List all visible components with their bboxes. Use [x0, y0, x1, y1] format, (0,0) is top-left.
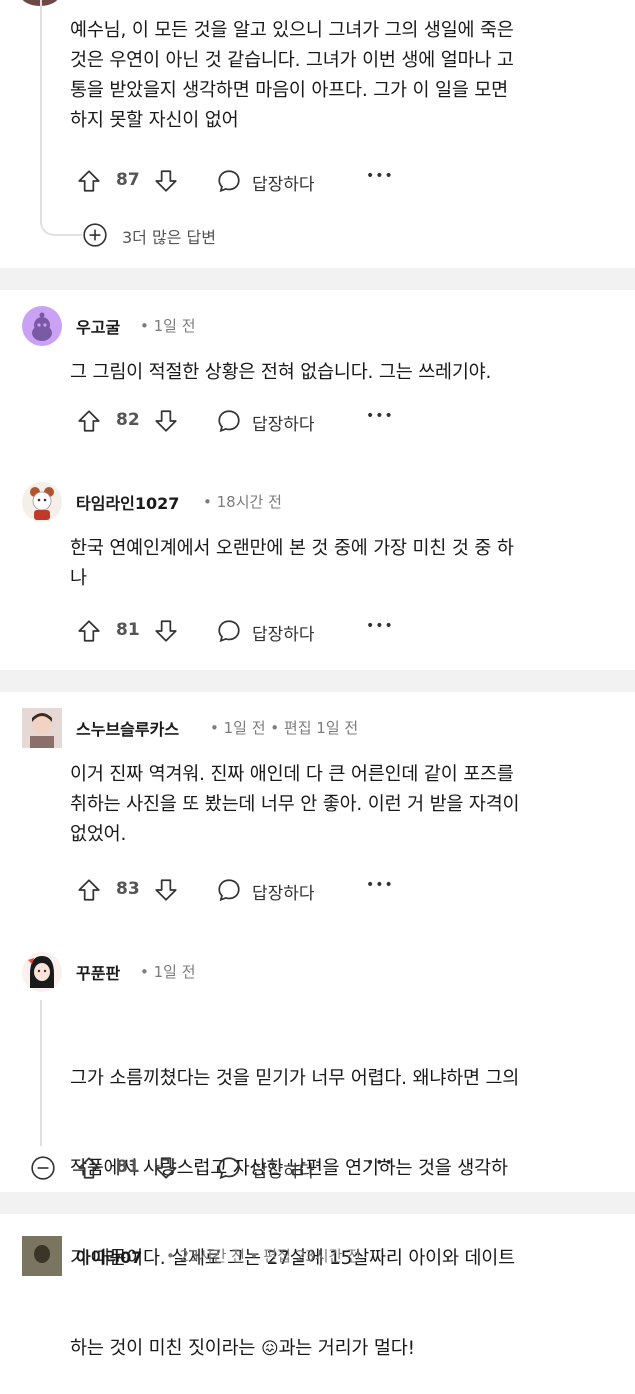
reply-button[interactable]: 답장하다 [252, 620, 315, 645]
confounded-emoji: 😖 [260, 1339, 279, 1359]
more-options-icon[interactable]: ••• [366, 408, 394, 424]
reply-icon[interactable] [214, 404, 244, 438]
comment-actions: 82 답장하다 ••• [0, 404, 635, 438]
avatar [22, 482, 62, 522]
upvote-icon[interactable] [74, 404, 104, 438]
more-replies-link[interactable]: 3더 많은 답변 [122, 224, 216, 248]
avatar [22, 952, 62, 992]
username[interactable]: 아이라07 [76, 1244, 142, 1268]
downvote-icon[interactable] [151, 1151, 181, 1185]
comment-body: 예수님, 이 모든 것을 알고 있으니 그녀가 그의 생일에 죽은 것은 우연이… [70, 20, 514, 131]
vote-count: 87 [116, 170, 140, 190]
reply-button[interactable]: 답장하다 [252, 1157, 315, 1182]
comment-actions: 87 답장하다 ••• [0, 164, 635, 198]
upvote-icon[interactable] [74, 1151, 104, 1185]
reply-button[interactable]: 답장하다 [252, 170, 315, 195]
thread-line-curve [40, 200, 82, 236]
comment-meta: • 1일 전 [140, 317, 196, 335]
upvote-icon[interactable] [74, 164, 104, 198]
separator [0, 268, 635, 290]
collapse-thread-icon[interactable] [28, 1151, 58, 1185]
more-options-icon[interactable]: ••• [366, 168, 394, 184]
comment-meta: • 23시간 전 • 편집 23시간 전 [166, 1247, 361, 1265]
upvote-icon[interactable] [74, 873, 104, 907]
vote-count: 83 [116, 879, 140, 899]
comment-body-text: 과는 거리가 멀다! [278, 1338, 415, 1359]
avatar [22, 708, 62, 748]
downvote-icon[interactable] [151, 873, 181, 907]
separator [0, 670, 635, 692]
downvote-icon[interactable] [151, 614, 181, 648]
more-options-icon[interactable]: ••• [366, 877, 394, 893]
comment-body-line: 하는 것이 미친 짓이라는 😖과는 거리가 멀다! [70, 1334, 610, 1364]
username[interactable]: 스누브슬루카스 [76, 716, 179, 740]
comment-body-text: 하는 것이 미친 짓이라는 [70, 1338, 261, 1359]
vote-count: 81 [116, 620, 140, 640]
expand-replies-icon[interactable] [82, 222, 107, 247]
reply-icon[interactable] [214, 1151, 244, 1185]
reply-button[interactable]: 답장하다 [252, 879, 315, 904]
more-options-icon[interactable]: ••• [366, 1155, 394, 1171]
reply-icon[interactable] [214, 873, 244, 907]
username[interactable]: 타임라인1027 [76, 490, 179, 514]
avatar [22, 1236, 62, 1276]
more-options-icon[interactable]: ••• [366, 618, 394, 634]
reply-button[interactable]: 답장하다 [252, 410, 315, 435]
thread-line [40, 1000, 42, 1146]
reply-icon[interactable] [214, 164, 244, 198]
comment-actions: 81 답장하다 ••• [0, 614, 635, 648]
avatar [22, 306, 62, 346]
separator [0, 1192, 635, 1214]
reply-icon[interactable] [214, 614, 244, 648]
comment-actions: 81 답장하다 ••• [0, 1151, 635, 1185]
comment-meta: • 1일 전 • 편집 1일 전 [210, 719, 359, 737]
comment-body-line: 그가 소름끼쳤다는 것을 믿기가 너무 어렵다. 왜냐하면 그의 [70, 1068, 520, 1089]
comment-body: 그 그림이 적절한 상황은 전혀 없습니다. 그는 쓰레기야. [70, 362, 492, 383]
username[interactable]: 우고굴 [76, 314, 120, 338]
comment-meta: • 1일 전 [140, 963, 196, 981]
vote-count: 82 [116, 410, 140, 430]
downvote-icon[interactable] [151, 164, 181, 198]
comment-meta: • 18시간 전 [203, 493, 282, 511]
vote-count: 81 [116, 1157, 140, 1177]
downvote-icon[interactable] [151, 404, 181, 438]
username[interactable]: 꾸푼판 [76, 960, 120, 984]
upvote-icon[interactable] [74, 614, 104, 648]
comment-body: 이거 진짜 역겨워. 진짜 애인데 다 큰 어른인데 같이 포즈를 취하는 사진… [70, 764, 520, 845]
comment-actions: 83 답장하다 ••• [0, 873, 635, 907]
comment-body: 한국 연예인계에서 오랜만에 본 것 중에 가장 미친 것 중 하 나 [70, 538, 514, 589]
